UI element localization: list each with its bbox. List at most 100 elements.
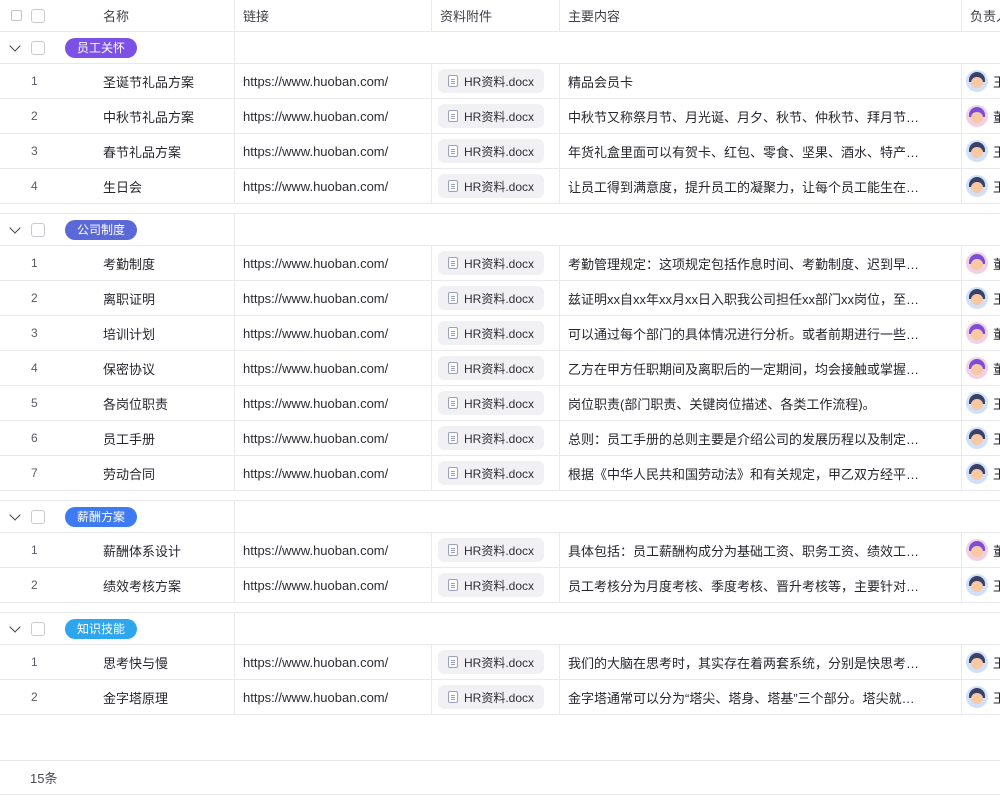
column-header-name[interactable]: 名称 — [95, 0, 235, 31]
chevron-down-icon[interactable] — [9, 509, 20, 520]
cell-content[interactable]: 兹证明xx自xx年xx月xx日入职我公司担任xx部门xx岗位，至… — [560, 281, 962, 315]
cell-content[interactable]: 总则：员工手册的总则主要是介绍公司的发展历程以及制定… — [560, 421, 962, 455]
group-checkbox[interactable] — [31, 622, 45, 636]
attachment-chip[interactable]: HR资料.docx — [438, 650, 544, 674]
chevron-down-icon[interactable] — [9, 222, 20, 233]
attachment-chip[interactable]: HR资料.docx — [438, 538, 544, 562]
cell-link[interactable]: https://www.huoban.com/ — [235, 246, 432, 280]
cell-attachment[interactable]: HR资料.docx — [432, 134, 560, 168]
cell-link[interactable]: https://www.huoban.com/ — [235, 421, 432, 455]
cell-owner[interactable]: 董 — [962, 246, 1000, 280]
cell-name[interactable]: 思考快与慢 — [95, 645, 235, 679]
cell-attachment[interactable]: HR资料.docx — [432, 421, 560, 455]
cell-attachment[interactable]: HR资料.docx — [432, 645, 560, 679]
column-header-owner[interactable]: 负责人 — [962, 0, 1000, 31]
column-header-content[interactable]: 主要内容 — [560, 0, 962, 31]
cell-name[interactable]: 各岗位职责 — [95, 386, 235, 420]
cell-content[interactable]: 让员工得到满意度，提升员工的凝聚力，让每个员工能生在… — [560, 169, 962, 203]
cell-name[interactable]: 离职证明 — [95, 281, 235, 315]
cell-owner[interactable]: 王 — [962, 645, 1000, 679]
cell-attachment[interactable]: HR资料.docx — [432, 386, 560, 420]
cell-owner[interactable]: 王 — [962, 134, 1000, 168]
cell-attachment[interactable]: HR资料.docx — [432, 533, 560, 567]
cell-content[interactable]: 岗位职责(部门职责、关键岗位描述、各类工作流程)。 — [560, 386, 962, 420]
group-checkbox[interactable] — [31, 223, 45, 237]
cell-link[interactable]: https://www.huoban.com/ — [235, 351, 432, 385]
cell-link[interactable]: https://www.huoban.com/ — [235, 533, 432, 567]
cell-link[interactable]: https://www.huoban.com/ — [235, 386, 432, 420]
cell-name[interactable]: 中秋节礼品方案 — [95, 99, 235, 133]
cell-attachment[interactable]: HR资料.docx — [432, 316, 560, 350]
group-badge[interactable]: 公司制度 — [65, 220, 137, 240]
cell-link[interactable]: https://www.huoban.com/ — [235, 64, 432, 98]
cell-name[interactable]: 绩效考核方案 — [95, 568, 235, 602]
cell-content[interactable]: 可以通过每个部门的具体情况进行分析。或者前期进行一些… — [560, 316, 962, 350]
cell-owner[interactable]: 王 — [962, 568, 1000, 602]
attachment-chip[interactable]: HR资料.docx — [438, 573, 544, 597]
cell-link[interactable]: https://www.huoban.com/ — [235, 568, 432, 602]
cell-link[interactable]: https://www.huoban.com/ — [235, 456, 432, 490]
cell-owner[interactable]: 王 — [962, 64, 1000, 98]
attachment-chip[interactable]: HR资料.docx — [438, 391, 544, 415]
attachment-chip[interactable]: HR资料.docx — [438, 174, 544, 198]
attachment-chip[interactable]: HR资料.docx — [438, 426, 544, 450]
attachment-chip[interactable]: HR资料.docx — [438, 356, 544, 380]
attachment-chip[interactable]: HR资料.docx — [438, 685, 544, 709]
cell-link[interactable]: https://www.huoban.com/ — [235, 645, 432, 679]
cell-link[interactable]: https://www.huoban.com/ — [235, 134, 432, 168]
cell-name[interactable]: 员工手册 — [95, 421, 235, 455]
group-checkbox[interactable] — [31, 510, 45, 524]
group-badge[interactable]: 员工关怀 — [65, 38, 137, 58]
column-header-attachment[interactable]: 资料附件 — [432, 0, 560, 31]
cell-attachment[interactable]: HR资料.docx — [432, 568, 560, 602]
cell-link[interactable]: https://www.huoban.com/ — [235, 169, 432, 203]
cell-link[interactable]: https://www.huoban.com/ — [235, 99, 432, 133]
group-badge[interactable]: 知识技能 — [65, 619, 137, 639]
cell-attachment[interactable]: HR资料.docx — [432, 456, 560, 490]
attachment-chip[interactable]: HR资料.docx — [438, 251, 544, 275]
column-header-link[interactable]: 链接 — [235, 0, 432, 31]
cell-name[interactable]: 春节礼品方案 — [95, 134, 235, 168]
cell-link[interactable]: https://www.huoban.com/ — [235, 680, 432, 714]
cell-owner[interactable]: 董 — [962, 533, 1000, 567]
cell-content[interactable]: 考勤管理规定：这项规定包括作息时间、考勤制度、迟到早… — [560, 246, 962, 280]
cell-attachment[interactable]: HR资料.docx — [432, 169, 560, 203]
cell-name[interactable]: 薪酬体系设计 — [95, 533, 235, 567]
attachment-chip[interactable]: HR资料.docx — [438, 461, 544, 485]
cell-content[interactable]: 金字塔通常可以分为“塔尖、塔身、塔基”三个部分。塔尖就… — [560, 680, 962, 714]
cell-owner[interactable]: 王 — [962, 680, 1000, 714]
cell-attachment[interactable]: HR资料.docx — [432, 99, 560, 133]
cell-name[interactable]: 圣诞节礼品方案 — [95, 64, 235, 98]
cell-owner[interactable]: 董 — [962, 99, 1000, 133]
cell-name[interactable]: 保密协议 — [95, 351, 235, 385]
cell-content[interactable]: 精品会员卡 — [560, 64, 962, 98]
cell-attachment[interactable]: HR资料.docx — [432, 246, 560, 280]
cell-owner[interactable]: 王 — [962, 169, 1000, 203]
cell-name[interactable]: 考勤制度 — [95, 246, 235, 280]
attachment-chip[interactable]: HR资料.docx — [438, 321, 544, 345]
cell-name[interactable]: 生日会 — [95, 169, 235, 203]
cell-attachment[interactable]: HR资料.docx — [432, 64, 560, 98]
cell-owner[interactable]: 王 — [962, 386, 1000, 420]
cell-content[interactable]: 中秋节又称祭月节、月光诞、月夕、秋节、仲秋节、拜月节… — [560, 99, 962, 133]
group-badge[interactable]: 薪酬方案 — [65, 507, 137, 527]
cell-content[interactable]: 我们的大脑在思考时，其实存在着两套系统，分别是快思考… — [560, 645, 962, 679]
cell-attachment[interactable]: HR资料.docx — [432, 680, 560, 714]
cell-content[interactable]: 具体包括：员工薪酬构成分为基础工资、职务工资、绩效工… — [560, 533, 962, 567]
cell-attachment[interactable]: HR资料.docx — [432, 351, 560, 385]
cell-attachment[interactable]: HR资料.docx — [432, 281, 560, 315]
cell-owner[interactable]: 董 — [962, 351, 1000, 385]
attachment-chip[interactable]: HR资料.docx — [438, 104, 544, 128]
cell-name[interactable]: 金字塔原理 — [95, 680, 235, 714]
cell-content[interactable]: 年货礼盒里面可以有贺卡、红包、零食、坚果、酒水、特产… — [560, 134, 962, 168]
select-all-checkbox[interactable] — [31, 9, 45, 23]
group-checkbox[interactable] — [31, 41, 45, 55]
cell-name[interactable]: 劳动合同 — [95, 456, 235, 490]
cell-owner[interactable]: 王 — [962, 456, 1000, 490]
cell-content[interactable]: 乙方在甲方任职期间及离职后的一定期间，均会接触或掌握… — [560, 351, 962, 385]
cell-link[interactable]: https://www.huoban.com/ — [235, 281, 432, 315]
attachment-chip[interactable]: HR资料.docx — [438, 286, 544, 310]
cell-content[interactable]: 员工考核分为月度考核、季度考核、晋升考核等，主要针对… — [560, 568, 962, 602]
collapse-groups-icon[interactable] — [11, 10, 22, 21]
cell-owner[interactable]: 董 — [962, 316, 1000, 350]
